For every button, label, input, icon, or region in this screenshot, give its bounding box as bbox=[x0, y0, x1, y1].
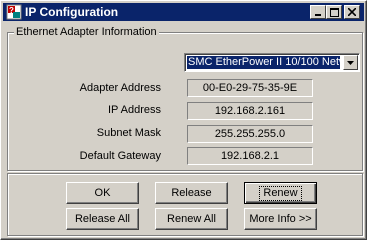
close-button[interactable] bbox=[344, 5, 360, 19]
adapter-address-label: Adapter Address bbox=[79, 82, 161, 94]
adapter-select-value: SMC EtherPower II 10/100 Netw bbox=[187, 56, 340, 69]
adapter-address-value: 00-E0-29-75-35-9E bbox=[187, 79, 313, 97]
default-gateway-label: Default Gateway bbox=[79, 150, 161, 162]
release-all-button[interactable]: Release All bbox=[66, 208, 139, 230]
minimize-button[interactable] bbox=[310, 5, 326, 19]
more-info-button[interactable]: More Info >> bbox=[244, 208, 317, 230]
chevron-down-icon bbox=[347, 61, 354, 65]
group-legend: Ethernet Adapter Information bbox=[14, 26, 159, 39]
default-gateway-value: 192.168.2.1 bbox=[187, 147, 313, 165]
ok-button[interactable]: OK bbox=[66, 182, 139, 204]
subnet-mask-label: Subnet Mask bbox=[96, 127, 161, 139]
ip-address-value: 192.168.2.161 bbox=[187, 102, 313, 120]
renew-all-button[interactable]: Renew All bbox=[155, 208, 228, 230]
renew-button-label: Renew bbox=[259, 186, 302, 201]
ip-configuration-window: ? IP Configuration Ethernet Adapter Info… bbox=[0, 0, 367, 240]
title-bar[interactable]: ? IP Configuration bbox=[3, 3, 364, 21]
minimize-icon bbox=[315, 14, 321, 16]
renew-button[interactable]: Renew bbox=[244, 182, 317, 204]
ip-address-label: IP Address bbox=[108, 104, 161, 116]
release-button[interactable]: Release bbox=[155, 182, 228, 204]
close-icon bbox=[348, 8, 356, 16]
window-title: IP Configuration bbox=[25, 5, 119, 19]
subnet-mask-value: 255.255.255.0 bbox=[187, 125, 313, 143]
dropdown-arrow-button[interactable] bbox=[343, 55, 358, 70]
help-network-icon[interactable]: ? bbox=[6, 4, 22, 20]
adapter-select[interactable]: SMC EtherPower II 10/100 Netw bbox=[184, 53, 360, 72]
maximize-button[interactable] bbox=[326, 5, 342, 19]
maximize-icon bbox=[329, 7, 339, 17]
